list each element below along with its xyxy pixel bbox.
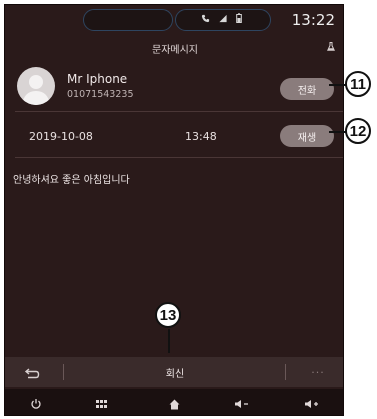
play-button[interactable]: 재생 [280, 125, 334, 147]
back-button[interactable] [19, 364, 45, 382]
message-date: 2019-10-08 [29, 130, 93, 143]
message-time: 13:48 [185, 130, 217, 143]
home-button[interactable] [163, 396, 185, 412]
avatar [17, 67, 55, 105]
battery-icon [236, 13, 242, 23]
call-button[interactable]: 전화 [280, 78, 334, 100]
callout-13: 13 [155, 302, 181, 328]
callout-12: 12 [345, 118, 371, 144]
status-pill-left[interactable] [83, 9, 173, 31]
person-icon [22, 75, 50, 105]
volume-down-button[interactable] [231, 396, 253, 412]
contact-name: Mr Iphone [67, 72, 128, 86]
callout-11: 11 [345, 71, 371, 97]
apps-button[interactable] [90, 396, 112, 412]
volume-up-button[interactable] [301, 396, 323, 412]
volume-down-icon [235, 400, 248, 408]
callout-leader-line [168, 329, 170, 353]
callout-leader-line [329, 84, 346, 86]
back-arrow-icon [24, 368, 40, 379]
clock: 13:22 [291, 11, 335, 29]
divider [15, 157, 343, 158]
contact-number: 01071543235 [67, 89, 134, 100]
separator [63, 364, 64, 380]
callout-leader-line [329, 131, 346, 133]
power-button[interactable] [25, 396, 47, 412]
separator [285, 364, 286, 380]
reply-button[interactable]: 회신 [125, 362, 225, 382]
action-bar: 회신 ··· [5, 357, 343, 387]
message-body: 안녕하셔요 좋은 아침입니다 [13, 175, 130, 186]
status-icons [201, 13, 242, 23]
power-icon [31, 399, 41, 409]
more-button[interactable]: ··· [305, 363, 331, 381]
signal-icon [219, 14, 227, 22]
phone-icon [201, 14, 210, 22]
flask-icon[interactable] [327, 42, 335, 51]
car-display-screen: 13:22 문자메시지 Mr Iphone 01071543235 전화 201… [4, 4, 344, 416]
page-title: 문자메시지 [152, 45, 198, 56]
divider [15, 111, 343, 112]
home-icon [169, 399, 179, 409]
volume-up-icon [305, 400, 318, 408]
grid-icon [95, 399, 107, 408]
nav-bar [5, 389, 343, 415]
